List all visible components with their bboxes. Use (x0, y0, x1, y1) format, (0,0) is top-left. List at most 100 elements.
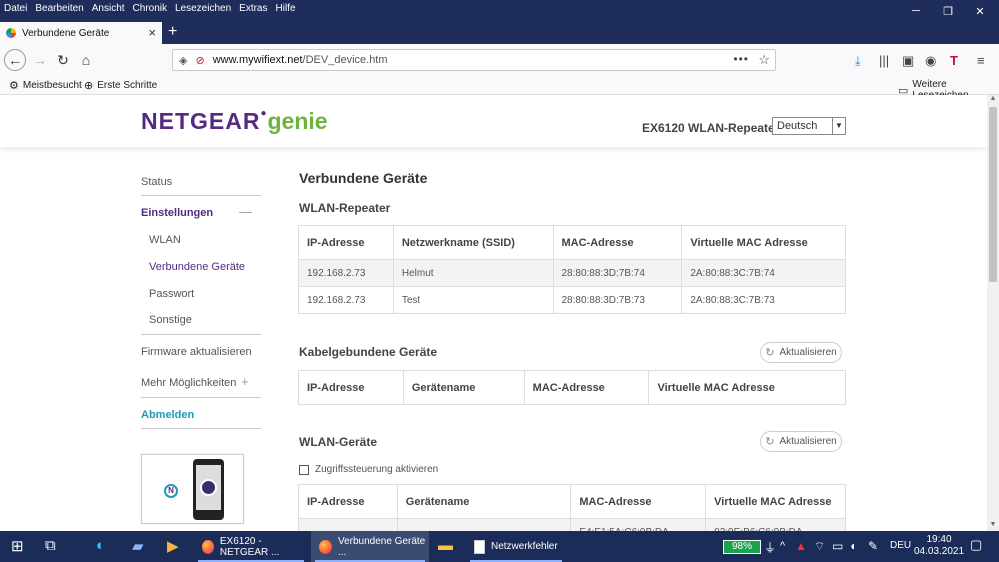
scroll-down-icon[interactable]: ▼ (987, 521, 999, 531)
shield-icon[interactable]: ◈ (179, 54, 187, 67)
wifi-icon[interactable]: ⌔ (814, 539, 825, 554)
sidebar-item-connected-devices[interactable]: Verbundene Geräte (149, 261, 245, 273)
taskbar-app-label: EX6120 - NETGEAR ... (219, 535, 280, 558)
bookmark-star-icon[interactable]: ☆ (758, 52, 770, 68)
menu-ansicht[interactable]: Ansicht (88, 3, 129, 14)
page-actions-icon[interactable]: ••• (733, 52, 749, 66)
windows-start-icon[interactable]: ⊞ (11, 537, 24, 555)
bookmark-erste-schritte[interactable]: ⊕ Erste Schritte (84, 79, 157, 92)
hamburger-menu-icon[interactable]: ≡ (977, 53, 985, 68)
input-language[interactable]: DEU (890, 540, 911, 551)
language-select[interactable]: Deutsch ▼ (772, 117, 846, 135)
url-path: /DEV_device.htm (302, 54, 388, 66)
media-player-icon[interactable]: ▶ (167, 537, 179, 555)
notification-icon[interactable]: ▢ (970, 537, 982, 553)
access-control-label[interactable]: Zugriffssteuerung aktivieren (315, 464, 438, 475)
section-heading-wlan-devices: WLAN-Geräte (299, 435, 378, 449)
page-scrollbar[interactable]: ▲ ▼ (987, 95, 999, 531)
table-header-row: IP-Adresse Gerätename MAC-Adresse Virtue… (298, 484, 846, 519)
sidebar-item-more[interactable]: Mehr Möglichkeiten (141, 377, 236, 389)
menu-bearbeiten[interactable]: Bearbeiten (31, 3, 87, 14)
sidebar-item-password[interactable]: Passwort (149, 288, 194, 300)
pdf-icon[interactable]: ▲ (795, 539, 807, 553)
refresh-wired-button[interactable]: ↻ Aktualisieren (760, 342, 842, 363)
home-button[interactable]: ⌂ (75, 49, 97, 71)
tab-verbundene-geraete[interactable]: Verbundene Geräte × (0, 22, 162, 44)
column-header: IP-Adresse (298, 484, 398, 519)
netgear-genie-logo[interactable]: NETGEAR●genie (141, 108, 328, 135)
sidebar-item-status[interactable]: Status (141, 176, 172, 188)
collapse-icon[interactable]: — (239, 204, 252, 219)
file-explorer-icon[interactable]: ▬ (438, 537, 453, 554)
scroll-up-icon[interactable]: ▲ (987, 95, 999, 105)
table-cell: Helmut (393, 259, 554, 287)
page-title: Verbundene Geräte (299, 170, 428, 186)
close-tab-icon[interactable]: × (148, 25, 156, 40)
sidebar-item-logout[interactable]: Abmelden (141, 409, 194, 421)
sidebar-divider (141, 195, 261, 196)
taskbar-app-connected-devices[interactable]: Verbundene Geräte ... (311, 531, 429, 562)
sidebar-item-wlan[interactable]: WLAN (149, 234, 181, 246)
menu-hilfe[interactable]: Hilfe (272, 3, 300, 14)
table-cell: Test (393, 286, 554, 314)
system-clock[interactable]: 19:40 04.03.2021 (914, 534, 964, 558)
menu-extras[interactable]: Extras (235, 3, 271, 14)
clock-time: 19:40 (926, 534, 952, 545)
section-heading-wired-devices: Kabelgebundene Geräte (299, 345, 438, 359)
volume-icon[interactable]: ◖ (849, 539, 856, 553)
access-control-checkbox[interactable] (299, 464, 309, 475)
task-view-icon[interactable]: ⧉ (45, 537, 56, 554)
taskbar-app-network-error[interactable]: Netzwerkfehler (466, 531, 566, 562)
expand-icon[interactable]: + (241, 374, 249, 389)
url-text[interactable]: www.mywifiext.net/DEV_device.htm (213, 54, 388, 66)
bookmark-meistbesucht[interactable]: ⚙ Meistbesucht (9, 79, 82, 92)
taskbar-app-netgear[interactable]: EX6120 - NETGEAR ... (194, 531, 308, 562)
sidebar-item-settings[interactable]: Einstellungen (141, 207, 213, 219)
app-icon[interactable]: ▰ (132, 537, 144, 555)
refresh-wlan-button[interactable]: ↻ Aktualisieren (760, 431, 842, 452)
table-header-row: IP-Adresse Netzwerkname (SSID) MAC-Adres… (298, 225, 846, 260)
reload-button[interactable]: ↻ (52, 49, 74, 71)
access-control-row[interactable]: Zugriffssteuerung aktivieren (299, 464, 438, 475)
pen-icon[interactable]: ✎ (868, 539, 878, 553)
battery-indicator[interactable]: 98% (723, 540, 761, 554)
genie-app-promo[interactable]: N (141, 454, 244, 524)
sidebar-toggle-icon[interactable]: ▣ (902, 53, 914, 69)
sidebar-item-firmware[interactable]: Firmware aktualisieren (141, 346, 252, 358)
logo-product: genie (267, 108, 328, 134)
back-button[interactable]: ← (4, 49, 26, 71)
globe-icon: ⊕ (84, 80, 94, 92)
plug-icon[interactable]: ⏚ (764, 539, 776, 556)
table-cell: 02:9E:B6:C6:9B:DA (705, 518, 846, 531)
menu-datei[interactable]: Datei (0, 3, 31, 14)
url-bar[interactable]: ◈ ⊘ www.mywifiext.net/DEV_device.htm •••… (172, 49, 776, 71)
table-cell: 28:80:88:3D:7B:74 (553, 259, 683, 287)
extension-t-icon[interactable]: T (950, 53, 958, 68)
edge-icon[interactable]: ◐ (96, 537, 105, 554)
phone-app-circle (200, 479, 217, 496)
sidebar-divider (141, 397, 261, 398)
table-row: 192.168.2.73 Test 28:80:88:3D:7B:73 2A:8… (298, 286, 846, 314)
logo-brand: NETGEAR (141, 108, 261, 134)
insecure-connection-icon[interactable]: ⊘ (195, 54, 204, 67)
firefox-icon (202, 539, 214, 554)
device-model: EX6120 WLAN-Repeater (642, 121, 780, 135)
library-icon[interactable]: ||| (879, 53, 889, 68)
chevron-up-icon[interactable]: ^ (780, 540, 785, 552)
phone-screen (196, 465, 221, 510)
battery-icon[interactable]: ▭ (832, 539, 843, 553)
table-row: E4:E1:5A:C6:9B:DA 02:9E:B6:C6:9B:DA (298, 518, 846, 531)
favicon-icon (6, 28, 16, 38)
clock-date: 04.03.2021 (914, 546, 965, 557)
forward-button[interactable]: → (29, 49, 51, 71)
sidebar-item-other[interactable]: Sonstige (149, 314, 192, 326)
column-header: Virtuelle MAC Adresse (714, 495, 832, 508)
menu-lesezeichen[interactable]: Lesezeichen (171, 3, 235, 14)
new-tab-button[interactable]: + (168, 23, 177, 41)
bookmark-label: Meistbesucht (22, 80, 82, 91)
table-cell: 192.168.2.73 (298, 286, 394, 314)
menu-chronik[interactable]: Chronik (129, 3, 171, 14)
download-icon[interactable]: ⤓ (855, 53, 861, 69)
scrollbar-thumb[interactable] (989, 107, 997, 282)
account-icon[interactable]: ◉ (925, 53, 936, 69)
